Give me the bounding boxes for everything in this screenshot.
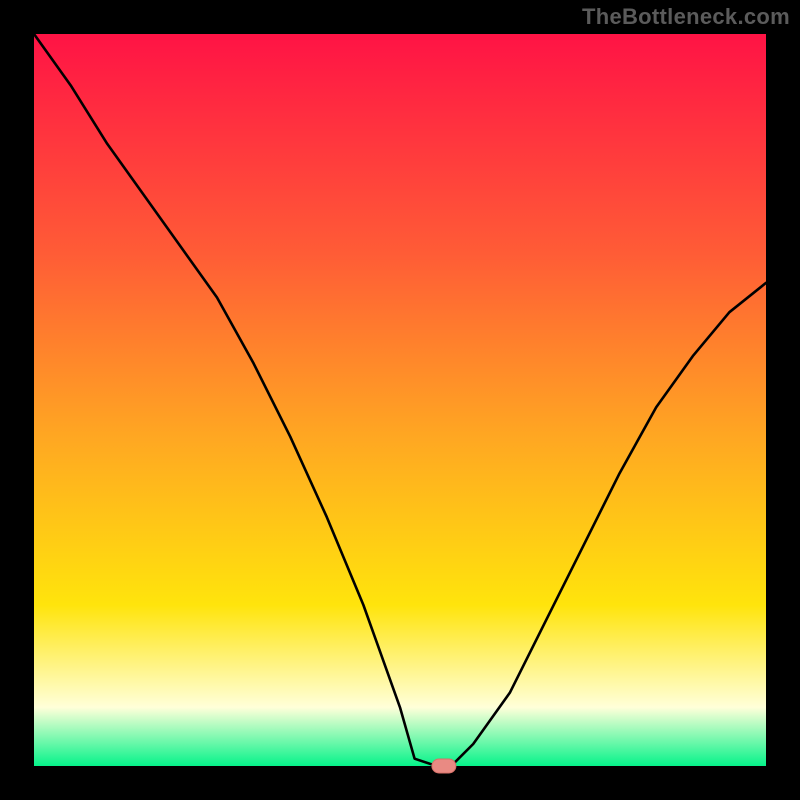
bottleneck-plot (0, 0, 800, 800)
optimum-marker (432, 759, 456, 773)
watermark-text: TheBottleneck.com (582, 4, 790, 30)
plot-area (34, 34, 766, 766)
chart-container: TheBottleneck.com (0, 0, 800, 800)
